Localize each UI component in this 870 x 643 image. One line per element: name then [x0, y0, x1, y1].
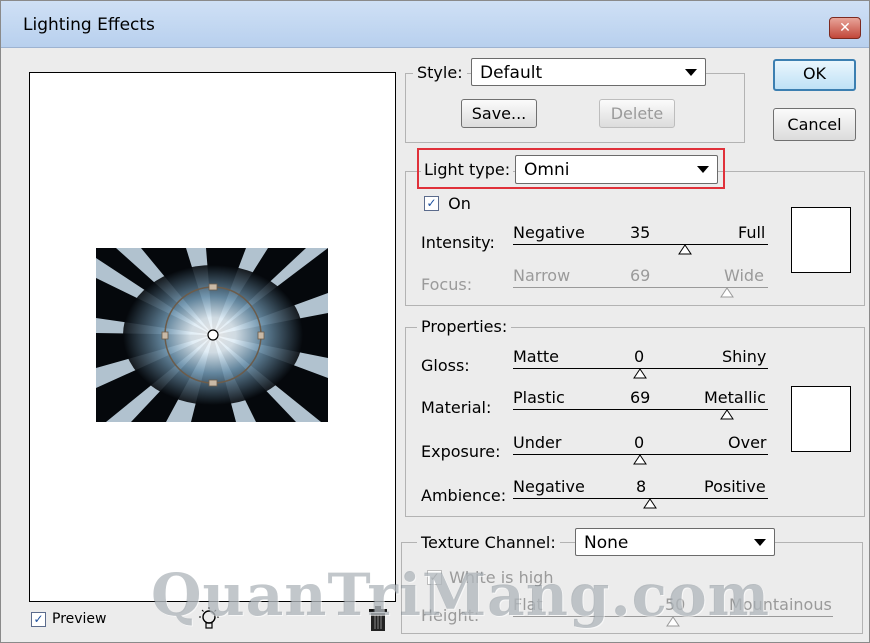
ok-button[interactable]: OK [773, 59, 856, 91]
light-preview-image[interactable] [96, 248, 328, 422]
light-color-swatch[interactable] [791, 207, 851, 273]
material-max-label: Metallic [704, 388, 766, 407]
lighting-effects-dialog: Lighting Effects ✕ ✓ Preview Style: Defa… [0, 0, 870, 643]
intensity-value: 35 [630, 223, 651, 242]
intensity-max-label: Full [738, 223, 766, 242]
window-title: Lighting Effects [23, 15, 155, 35]
intensity-label: Intensity: [421, 233, 495, 252]
intensity-min-label: Negative [513, 223, 585, 242]
properties-label: Properties: [417, 317, 512, 336]
style-dropdown[interactable]: Default [471, 58, 706, 86]
delete-button[interactable]: Delete [599, 99, 675, 128]
exposure-label: Exposure: [421, 442, 501, 461]
gloss-max-label: Shiny [722, 347, 767, 366]
highlight-box [417, 148, 725, 189]
cancel-button[interactable]: Cancel [773, 108, 856, 141]
intensity-slider-thumb[interactable] [678, 245, 692, 255]
title-bar[interactable]: Lighting Effects ✕ [1, 1, 869, 48]
exposure-value: 0 [634, 433, 645, 452]
texture-channel-label: Texture Channel: [417, 533, 560, 552]
material-label: Material: [421, 398, 492, 417]
ambience-slider-track[interactable] [513, 498, 768, 499]
gloss-min-label: Matte [513, 347, 559, 366]
preview-label: Preview [52, 611, 107, 627]
focus-value: 69 [630, 266, 651, 285]
exposure-slider-thumb[interactable] [633, 455, 647, 465]
style-label: Style: [413, 63, 467, 82]
preview-checkbox[interactable]: ✓ [31, 611, 46, 627]
gloss-label: Gloss: [421, 356, 470, 375]
preview-checkbox-row[interactable]: ✓ Preview [31, 611, 107, 627]
ambience-label: Ambience: [421, 486, 507, 505]
gloss-slider-thumb[interactable] [633, 369, 647, 379]
texture-channel-value: None [584, 533, 629, 553]
chevron-down-icon [685, 69, 697, 76]
exposure-max-label: Over [728, 433, 767, 452]
close-button[interactable]: ✕ [829, 17, 861, 39]
focus-label: Focus: [421, 275, 473, 294]
focus-min-label: Narrow [513, 266, 571, 285]
intensity-slider-track[interactable] [513, 244, 768, 245]
focus-max-label: Wide [724, 266, 764, 285]
material-value: 69 [630, 388, 651, 407]
ambience-slider-thumb[interactable] [643, 499, 657, 509]
save-button[interactable]: Save... [461, 99, 537, 128]
on-checkbox-row[interactable]: ✓ On [424, 193, 471, 213]
on-checkbox[interactable]: ✓ [424, 196, 439, 211]
focus-slider-thumb[interactable] [720, 288, 734, 298]
texture-channel-dropdown[interactable]: None [575, 528, 775, 556]
ambient-color-swatch[interactable] [791, 386, 851, 452]
material-slider-thumb[interactable] [720, 410, 734, 420]
chevron-down-icon [754, 539, 766, 546]
exposure-min-label: Under [513, 433, 562, 452]
on-label: On [448, 194, 471, 213]
ambience-max-label: Positive [704, 477, 766, 496]
ambience-min-label: Negative [513, 477, 585, 496]
watermark-text: QuanTriMang.com [151, 561, 771, 629]
gloss-value: 0 [634, 347, 645, 366]
ambience-value: 8 [636, 477, 647, 496]
material-min-label: Plastic [513, 388, 565, 407]
style-dropdown-value: Default [480, 63, 543, 83]
